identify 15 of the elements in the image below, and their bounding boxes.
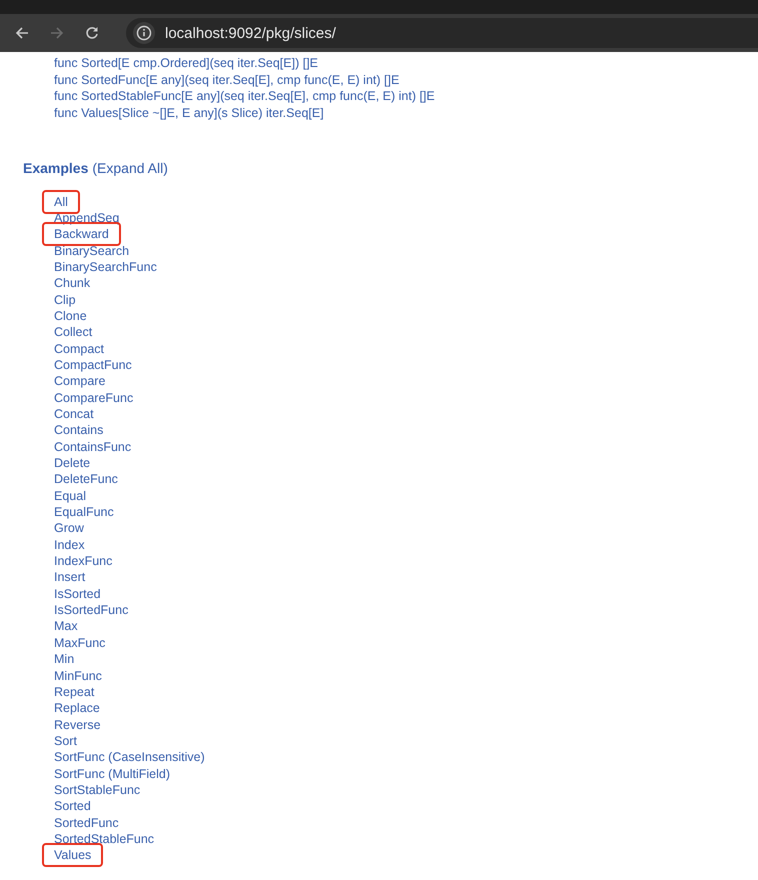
example-link[interactable]: Values — [42, 843, 104, 868]
info-icon[interactable] — [133, 22, 155, 44]
function-signature-link[interactable]: func SortedStableFunc[E any](seq iter.Seq[E], cmp func(E, E) int) []E — [54, 88, 435, 105]
example-link[interactable]: All — [42, 190, 80, 214]
function-signature-link[interactable]: func SortedFunc[E any](seq iter.Seq[E], cmp func(E, E) int) []E — [54, 72, 400, 88]
back-icon[interactable] — [15, 26, 29, 40]
example-link[interactable]: CompareFunc — [42, 386, 146, 410]
function-signature-link[interactable]: func Values[Slice ~[]E, E any](s Slice) iter.Seq[E] — [54, 104, 324, 122]
address-bar[interactable]: localhost:9092/pkg/slices/ — [126, 18, 758, 48]
examples-heading: Examples — [23, 160, 88, 176]
url-text: localhost:9092/pkg/slices/ — [165, 24, 336, 42]
reload-icon[interactable] — [85, 26, 99, 40]
example-link[interactable]: Clip — [42, 288, 88, 312]
expand-all-link[interactable]: (Expand All) — [92, 160, 168, 176]
function-signature-link[interactable]: func Sorted[E cmp.Ordered](seq iter.Seq[E]) []E — [54, 55, 318, 72]
